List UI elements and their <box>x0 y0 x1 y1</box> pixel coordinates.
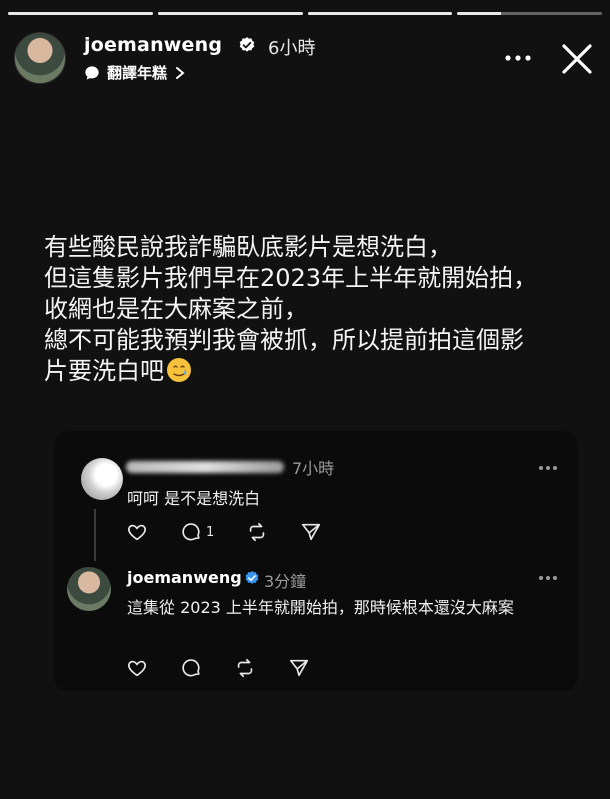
repost-button[interactable] <box>246 521 268 543</box>
heart-icon <box>128 524 146 541</box>
repost-icon <box>250 522 265 542</box>
comment-actions <box>126 657 310 679</box>
chevron-right-icon <box>176 66 185 79</box>
repost-icon <box>237 658 253 678</box>
verified-icon <box>245 571 259 584</box>
like-button[interactable] <box>126 657 148 679</box>
reply-button[interactable] <box>180 657 202 679</box>
caption-line: 有些酸民說我詐騙臥底影片是想洗白， <box>44 233 452 261</box>
caption-line: 但這隻影片我們早在2023年上半年就開始拍， <box>44 264 538 292</box>
heart-icon <box>128 660 146 677</box>
comment-text: 呵呵 是不是想洗白 <box>127 489 261 508</box>
speech-bubble-icon <box>85 65 99 80</box>
caption-line-last: 片要洗白吧 <box>44 356 584 387</box>
comment-text: 這集從 2023 上半年就開始拍，那時候根本還沒大麻案 <box>127 598 514 617</box>
story-header: joemanweng 6小時 翻譯年糕 <box>14 32 598 86</box>
share-button[interactable] <box>300 521 322 543</box>
repost-button[interactable] <box>234 657 256 679</box>
story-caption: 有些酸民說我詐騙臥底影片是想洗白， 但這隻影片我們早在2023年上半年就開始拍，… <box>44 232 584 387</box>
progress-segment-current <box>457 12 602 15</box>
progress-segment <box>307 12 453 15</box>
username[interactable]: joemanweng <box>84 34 222 56</box>
share-button[interactable] <box>288 657 310 679</box>
progress-segment <box>8 12 153 15</box>
caption-line: 收網也是在大麻案之前， <box>44 295 308 323</box>
commenter-avatar-blurred <box>81 458 123 500</box>
comment-time: 7小時 <box>292 459 335 478</box>
caption-line: 總不可能我預判我會被抓，所以提前拍這個影 <box>44 326 524 354</box>
more-icon[interactable] <box>538 575 558 581</box>
more-icon[interactable] <box>504 54 532 62</box>
threads-card[interactable]: 7小時 呵呵 是不是想洗白 1 joemanweng 3分鐘 這集從 2023 … <box>54 431 578 691</box>
comment-time: 3分鐘 <box>264 572 307 591</box>
username[interactable]: joemanweng <box>127 568 242 587</box>
translate-label: 翻譯年糕 <box>107 64 168 82</box>
reply-count: 1 <box>206 524 215 540</box>
commenter-name-blurred <box>126 461 284 473</box>
story-progress-bar <box>8 12 602 15</box>
close-icon[interactable] <box>560 42 594 76</box>
send-icon <box>289 659 309 677</box>
reply-button[interactable]: 1 <box>180 521 214 543</box>
post-time: 6小時 <box>268 38 316 59</box>
caption-line: 片要洗白吧 <box>44 357 164 385</box>
progress-segment <box>157 12 303 15</box>
avatar[interactable] <box>67 567 111 611</box>
comment-icon <box>182 659 200 677</box>
avatar[interactable] <box>14 32 66 84</box>
like-button[interactable] <box>126 521 148 543</box>
tearful-smile-emoji-icon <box>167 358 191 382</box>
thread-line <box>94 509 96 561</box>
comment-icon <box>182 523 200 541</box>
more-icon[interactable] <box>538 465 558 471</box>
comment-actions: 1 <box>126 521 322 543</box>
translate-link[interactable]: 翻譯年糕 <box>84 62 186 83</box>
send-icon <box>302 523 321 541</box>
verified-icon <box>239 37 255 52</box>
